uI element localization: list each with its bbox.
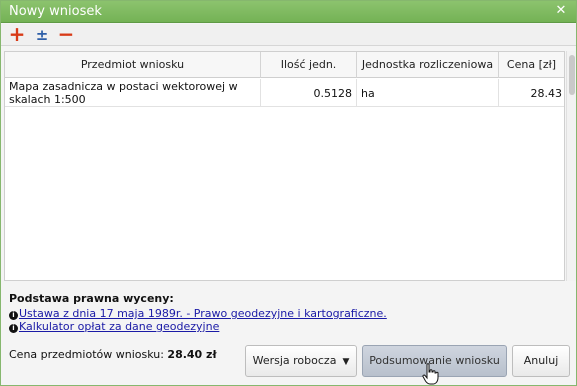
info-icon: i <box>9 311 18 320</box>
table-row[interactable]: Mapa zasadnicza w postaci wektorowej w s… <box>5 79 564 107</box>
cell-item: Mapa zasadnicza w postaci wektorowej w s… <box>5 79 261 107</box>
scrollbar-thumb[interactable] <box>569 55 575 95</box>
law-link[interactable]: Ustawa z dnia 17 maja 1989r. - Prawo geo… <box>19 307 387 320</box>
toolbar: + ± − <box>1 24 576 46</box>
total-price: Cena przedmiotów wniosku: 28.40 zł <box>9 348 217 361</box>
chevron-down-icon: ▼ <box>342 357 350 367</box>
draft-label: Wersja robocza <box>252 354 337 367</box>
close-icon[interactable]: ✕ <box>554 3 568 19</box>
items-grid: Przedmiot wniosku Ilość jedn. Jednostka … <box>4 51 565 281</box>
column-header-item[interactable]: Przedmiot wniosku <box>5 52 261 78</box>
dialog-title: Nowy wniosek <box>9 4 102 19</box>
remove-icon[interactable]: − <box>56 24 76 44</box>
cell-price: 28.43 <box>530 87 563 100</box>
total-value: 28.40 zł <box>167 348 217 361</box>
total-label: Cena przedmiotów wniosku: <box>9 348 164 361</box>
fee-calculator-link[interactable]: Kalkulator opłat za dane geodezyjne <box>19 320 219 333</box>
dialog-window: Nowy wniosek ✕ + ± − Przedmiot wniosku I… <box>0 0 577 386</box>
title-bar[interactable]: Nowy wniosek ✕ <box>1 1 576 23</box>
info-icon: i <box>9 324 18 333</box>
column-header-price[interactable]: Cena [zł] <box>499 52 564 78</box>
grid-header: Przedmiot wniosku Ilość jedn. Jednostka … <box>5 52 564 78</box>
column-header-quantity[interactable]: Ilość jedn. <box>261 52 357 78</box>
legal-link-row: i Kalkulator opłat za dane geodezyjne <box>9 320 569 333</box>
draft-version-button[interactable]: Wersja robocza ▼ <box>245 345 357 377</box>
vertical-scrollbar[interactable] <box>566 51 576 281</box>
plus-minus-icon[interactable]: ± <box>32 26 52 44</box>
legal-basis-section: Podstawa prawna wyceny: i Ustawa z dnia 1… <box>9 292 569 333</box>
legal-link-row: i Ustawa z dnia 17 maja 1989r. - Prawo ge… <box>9 307 569 320</box>
add-icon[interactable]: + <box>7 24 27 44</box>
column-header-unit[interactable]: Jednostka rozliczeniowa <box>357 52 499 78</box>
legal-basis-title: Podstawa prawna wyceny: <box>9 292 174 305</box>
cell-unit: ha <box>357 79 499 107</box>
cancel-button[interactable]: Anuluj <box>512 345 570 377</box>
cell-quantity: 0.5128 <box>261 79 357 107</box>
hand-cursor-icon <box>422 363 439 385</box>
